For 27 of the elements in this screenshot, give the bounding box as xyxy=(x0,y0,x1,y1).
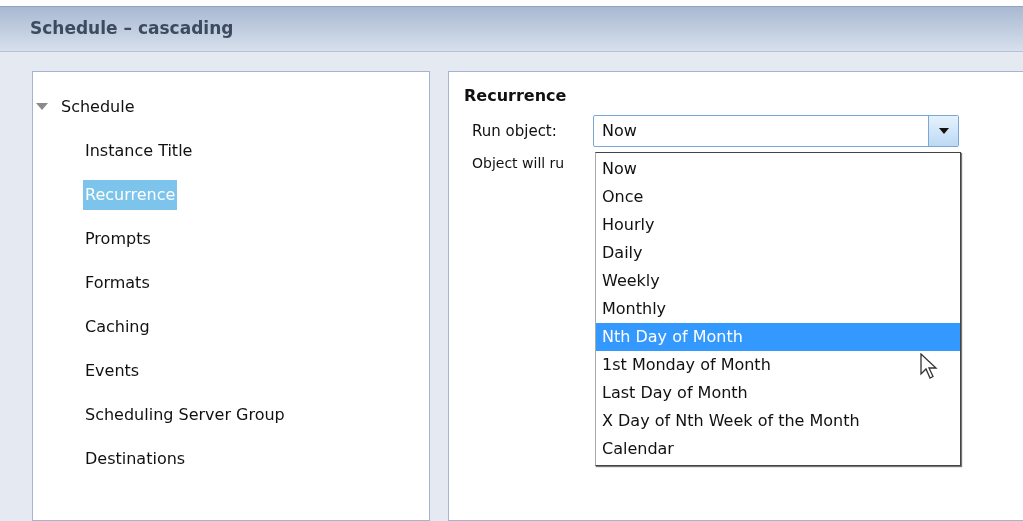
tree-item[interactable]: Scheduling Server Group xyxy=(83,400,287,430)
info-text: Object will ru xyxy=(472,154,565,173)
run-object-dropdown[interactable]: Now xyxy=(593,115,959,147)
field-label: Run object: xyxy=(472,120,558,142)
dropdown-button[interactable] xyxy=(928,116,958,146)
tree-item[interactable]: Destinations xyxy=(83,444,188,474)
window-title: Schedule – cascading xyxy=(30,17,234,41)
dropdown-option[interactable]: Now xyxy=(596,155,960,183)
dropdown-option[interactable]: 1st Monday of Month xyxy=(596,351,960,379)
caret-icon xyxy=(938,128,949,134)
mouse-pointer-icon xyxy=(920,353,938,379)
tree-item[interactable]: Caching xyxy=(83,312,152,342)
dropdown-option[interactable]: Hourly xyxy=(596,211,960,239)
dropdown-option[interactable]: Weekly xyxy=(596,267,960,295)
dropdown-option[interactable]: X Day of Nth Week of the Month xyxy=(596,407,960,435)
tree-item[interactable]: Formats xyxy=(83,268,152,298)
section-title: Recurrence xyxy=(464,85,568,107)
dropdown-option[interactable]: Once xyxy=(596,183,960,211)
tree-item[interactable]: Events xyxy=(83,356,142,386)
dropdown-option[interactable]: Daily xyxy=(596,239,960,267)
collapse-triangle-icon[interactable] xyxy=(35,102,49,112)
dropdown-option[interactable]: Monthly xyxy=(596,295,960,323)
dropdown-option[interactable]: Last Day of Month xyxy=(596,379,960,407)
tree-item[interactable]: Instance Title xyxy=(83,136,195,166)
tree-item[interactable]: Schedule xyxy=(61,95,135,119)
dropdown-option[interactable]: Calendar xyxy=(596,435,960,463)
tree-item[interactable]: Prompts xyxy=(83,224,153,254)
